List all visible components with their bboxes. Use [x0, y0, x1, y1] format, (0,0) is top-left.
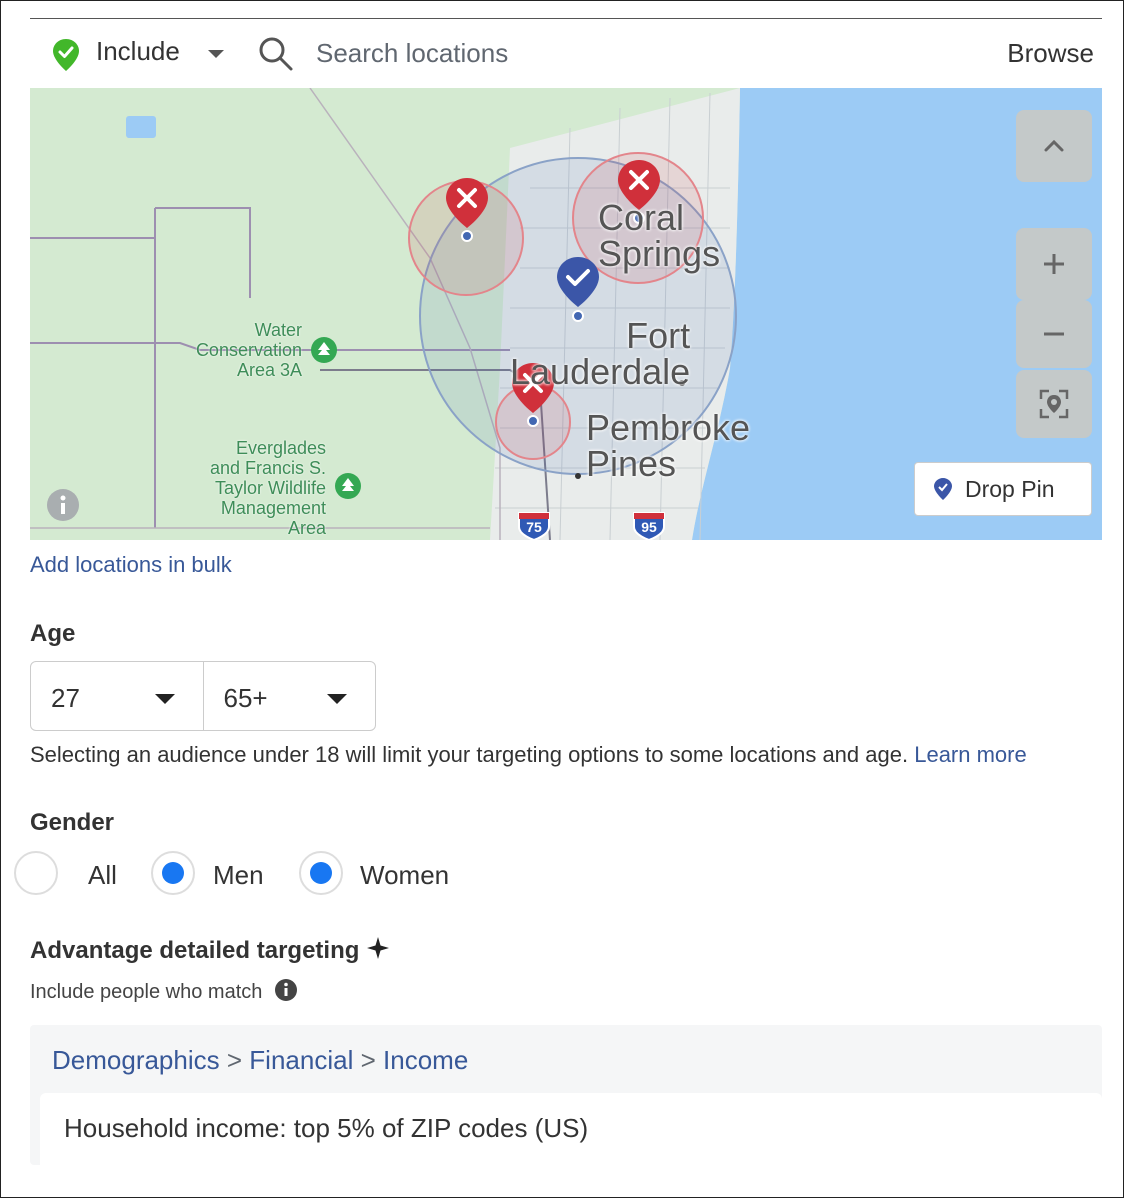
- crumb-separator: >: [226, 1045, 243, 1075]
- location-map[interactable]: Coral Springs Fort Lauderdale Pembroke P…: [30, 88, 1102, 540]
- age-title: Age: [30, 620, 76, 647]
- interstate-95-icon: 95: [632, 511, 666, 540]
- breadcrumb: Demographics > Financial > Income: [52, 1045, 468, 1076]
- crumb-financial[interactable]: Financial: [249, 1045, 353, 1075]
- map-label-water-conservation: Water Conservation Area 3A: [160, 320, 302, 380]
- map-label-line: Lauderdale: [510, 351, 691, 392]
- zoom-in-button[interactable]: [1016, 228, 1092, 300]
- plus-icon: [1044, 254, 1064, 274]
- park-tree-icon: [311, 337, 337, 363]
- map-label-fort-lauderdale: Fort Lauderdale: [510, 315, 691, 390]
- chevron-up-icon: [1044, 139, 1064, 152]
- crumb-income[interactable]: Income: [383, 1045, 468, 1075]
- location-toolbar: Include Browse: [30, 22, 1102, 84]
- map-label-line: Pembroke: [586, 407, 751, 448]
- gender-radio-men[interactable]: [151, 851, 195, 895]
- include-dropdown-label[interactable]: Include: [96, 36, 180, 67]
- interstate-95-label: 95: [641, 519, 657, 535]
- gender-label-men: Men: [213, 860, 264, 890]
- age-max-value: 65+: [223, 683, 268, 713]
- park-label-line: Area 3A: [236, 360, 302, 380]
- crumb-demographics[interactable]: Demographics: [52, 1045, 220, 1075]
- drop-pin-label: Drop Pin: [965, 475, 1055, 502]
- age-notice: Selecting an audience under 18 will limi…: [30, 742, 1027, 768]
- map-label-coral-springs: Coral Springs: [598, 200, 720, 272]
- gender-title: Gender: [30, 809, 115, 836]
- gender-label-women: Women: [360, 860, 450, 890]
- gender-label-all: All: [88, 860, 117, 890]
- advantage-subtitle-text: Include people who match: [30, 981, 263, 1003]
- drop-pin-button[interactable]: Drop Pin: [914, 462, 1092, 516]
- advantage-targeting-label: Advantage detailed targeting: [30, 937, 360, 964]
- learn-more-link[interactable]: Learn more: [914, 742, 1027, 767]
- map-label-line: Pines: [586, 443, 677, 484]
- park-label-line: Everglades: [235, 438, 326, 458]
- sparkle-icon: [367, 937, 390, 959]
- gender-radio-all[interactable]: [14, 851, 58, 895]
- park-label-line: Conservation: [195, 340, 302, 360]
- zoom-out-button[interactable]: [1016, 300, 1092, 368]
- targeting-item-label: Household income: top 5% of ZIP codes (U…: [64, 1113, 589, 1143]
- divider: [30, 18, 1102, 19]
- info-icon[interactable]: [46, 488, 80, 522]
- interstate-75-icon: 75: [517, 511, 551, 540]
- locate-icon: [1039, 389, 1069, 419]
- advantage-targeting-title: Advantage detailed targeting: [30, 936, 390, 965]
- map-label-everglades: Everglades and Francis S. Taylor Wildlif…: [180, 438, 326, 538]
- park-label-line: Water: [254, 320, 302, 340]
- chevron-down-icon[interactable]: [208, 50, 224, 58]
- recenter-button[interactable]: [1016, 370, 1092, 438]
- chevron-down-icon: [154, 694, 175, 704]
- park-label-line: Taylor Wildlife: [214, 478, 326, 498]
- map-label-line: Springs: [598, 233, 721, 274]
- search-locations-input[interactable]: [314, 32, 778, 74]
- chevron-down-icon: [327, 694, 347, 704]
- age-notice-text: Selecting an audience under 18 will limi…: [30, 742, 909, 767]
- gender-radio-women[interactable]: [299, 851, 343, 895]
- map-label-line: Coral: [598, 197, 685, 238]
- browse-button[interactable]: Browse: [1007, 38, 1094, 69]
- interstate-75-label: 75: [526, 519, 542, 535]
- exclude-pin-icon[interactable]: [444, 176, 490, 242]
- crumb-separator: >: [360, 1045, 376, 1075]
- add-locations-bulk-link[interactable]: Add locations in bulk: [30, 552, 232, 578]
- age-max-select[interactable]: 65+: [202, 662, 376, 730]
- age-min-value: 27: [51, 683, 80, 713]
- park-label-line: Management: [220, 498, 326, 518]
- minus-icon: [1044, 332, 1064, 336]
- age-range-selector: 27 65+: [30, 661, 376, 731]
- include-pin-icon[interactable]: [52, 38, 80, 77]
- age-min-select[interactable]: 27: [31, 662, 203, 730]
- park-label-line: and Francis S.: [209, 458, 326, 478]
- search-icon: [258, 36, 294, 77]
- detailed-targeting-panel: Demographics > Financial > Income Househ…: [30, 1025, 1102, 1165]
- collapse-map-button[interactable]: [1016, 110, 1092, 182]
- park-label-line: Area: [287, 518, 326, 538]
- targeting-item: Household income: top 5% of ZIP codes (U…: [40, 1093, 1102, 1165]
- pin-icon: [934, 478, 952, 500]
- info-icon[interactable]: [274, 978, 298, 1002]
- map-label-line: Fort: [626, 315, 691, 356]
- include-pin-marker-icon[interactable]: [555, 255, 601, 323]
- park-tree-icon: [335, 473, 361, 499]
- advantage-subtitle: Include people who match: [30, 978, 298, 1004]
- map-label-pembroke-pines: Pembroke Pines: [586, 410, 750, 482]
